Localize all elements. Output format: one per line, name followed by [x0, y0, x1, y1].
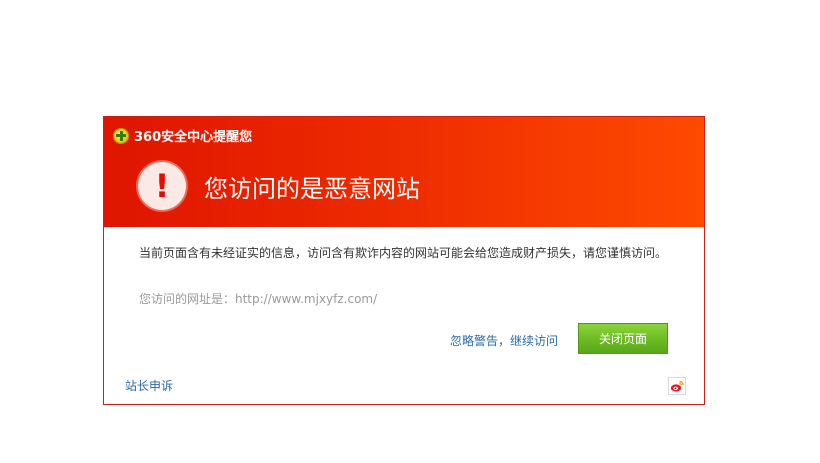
exclamation-glyph: ! — [154, 167, 170, 205]
ignore-warning-link[interactable]: 忽略警告，继续访问 — [450, 332, 558, 349]
warning-panel: 360安全中心提醒您 ! 您访问的是恶意网站 当前页面含有未经证实的信息，访问含… — [103, 116, 705, 405]
weibo-icon[interactable] — [668, 377, 686, 395]
brand: 360安全中心提醒您 — [113, 126, 252, 145]
page-title: 您访问的是恶意网站 — [204, 175, 420, 203]
brand-text: 360安全中心提醒您 — [134, 130, 253, 145]
warning-body: 当前页面含有未经证实的信息，访问含有欺诈内容的网站可能会给您造成财产损失，请您谨… — [104, 227, 704, 403]
warning-header: 360安全中心提醒您 ! 您访问的是恶意网站 — [104, 117, 704, 227]
visited-url: 您访问的网址是：http://www.mjxyfz.com/ — [139, 292, 378, 306]
close-page-button[interactable]: 关闭页面 — [578, 323, 668, 354]
exclamation-icon: ! — [138, 162, 186, 210]
brand-logo-icon — [113, 127, 129, 144]
webmaster-appeal-link[interactable]: 站长申诉 — [125, 377, 173, 394]
warning-message: 当前页面含有未经证实的信息，访问含有欺诈内容的网站可能会给您造成财产损失，请您谨… — [139, 246, 668, 260]
